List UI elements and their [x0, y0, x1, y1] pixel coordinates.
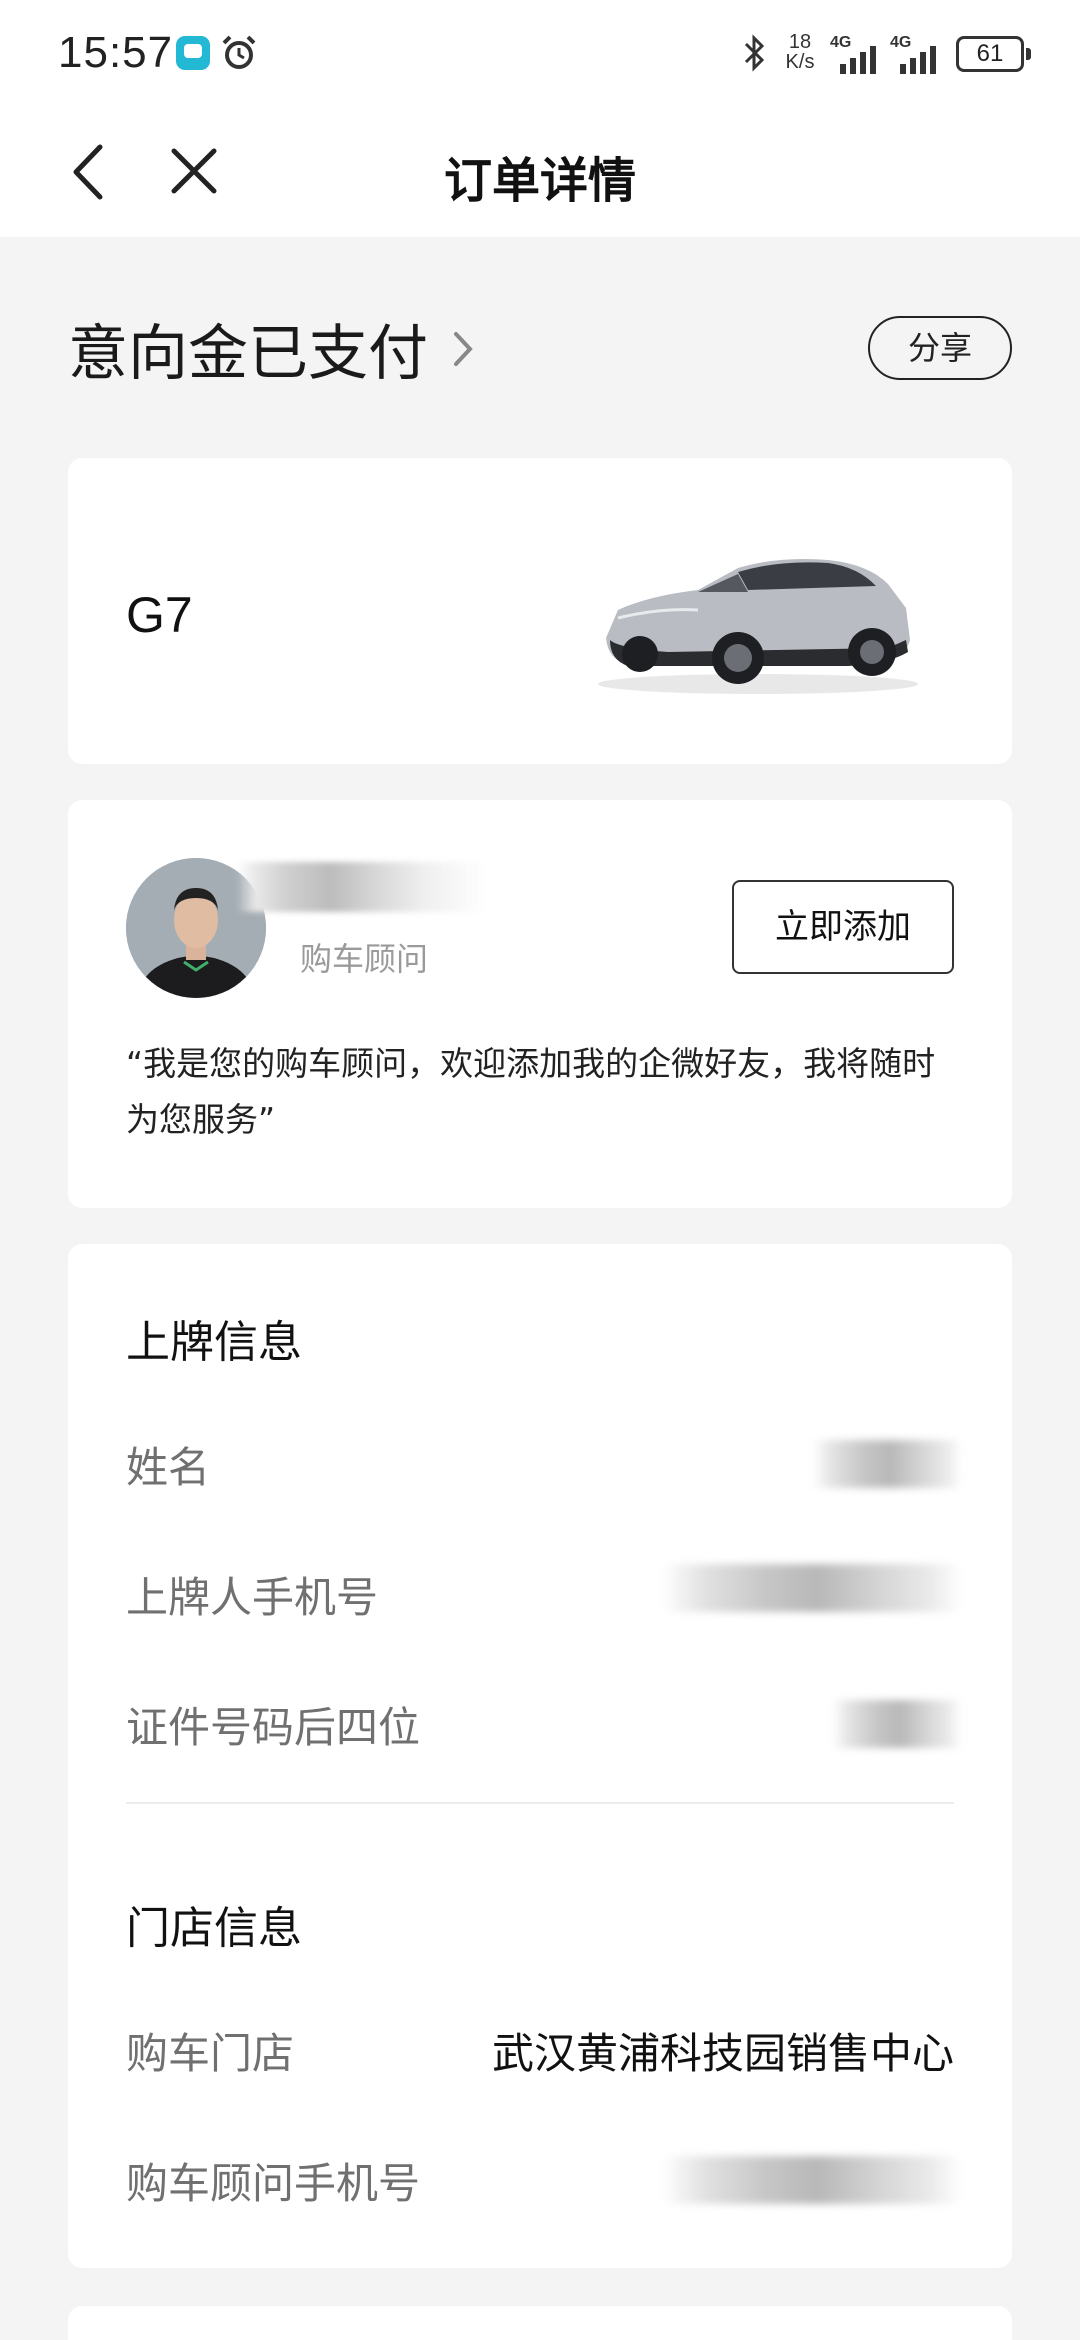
id-last4-value-redacted [832, 1700, 962, 1748]
battery-icon: 61 [956, 36, 1031, 72]
store-section-title: 门店信息 [126, 1903, 302, 1954]
car-image [598, 559, 918, 694]
network-speed-value: 18 [788, 31, 812, 53]
network-speed: 18 K/s [778, 32, 822, 72]
page-title: 订单详情 [443, 153, 636, 209]
car-card[interactable]: G7 [68, 458, 1012, 764]
signal-icon: 4G [890, 34, 944, 74]
add-advisor-button[interactable]: 立即添加 [732, 880, 954, 974]
advisor-role: 购车顾问 [300, 940, 429, 978]
info-card: 上牌信息 姓名 上牌人手机号 证件号码后四位 门店信息 购车门店 武汉黄浦科技园… [68, 1244, 1012, 2268]
owner-phone-label: 上牌人手机号 [126, 1573, 379, 1622]
nav-bar: 订单详情 [0, 105, 1080, 237]
status-bar: 15:57 18 K/s 4G 4G 61 [0, 0, 1080, 105]
advisor-phone-label: 购车顾问手机号 [126, 2159, 421, 2208]
id-last4-label: 证件号码后四位 [126, 1703, 421, 1752]
advisor-card: 购车顾问 立即添加 “我是您的购车顾问，欢迎添加我的企微好友，我将随时为您服务” [68, 800, 1012, 1208]
car-model: G7 [126, 587, 193, 643]
name-label: 姓名 [126, 1443, 211, 1492]
order-status-link[interactable]: 意向金已支付 [68, 305, 478, 392]
signal-icon: 4G [830, 34, 884, 74]
owner-phone-value-redacted [662, 1564, 962, 1612]
registration-section-title: 上牌信息 [126, 1317, 302, 1368]
store-label: 购车门店 [126, 2029, 295, 2078]
next-card-partial [68, 2306, 1012, 2340]
advisor-name-redacted [236, 862, 486, 912]
chevron-right-icon [454, 331, 473, 366]
store-value: 武汉黄浦科技园销售中心 [491, 2029, 954, 2078]
order-status-text: 意向金已支付 [68, 319, 428, 389]
name-value-redacted [812, 1440, 962, 1488]
bluetooth-icon [744, 34, 765, 72]
divider [126, 1802, 954, 1804]
status-time: 15:57 [58, 28, 174, 77]
advisor-quote: “我是您的购车顾问，欢迎添加我的企微好友，我将随时为您服务” [126, 1044, 936, 1139]
share-button[interactable]: 分享 [868, 316, 1012, 380]
message-app-icon [176, 36, 210, 70]
advisor-phone-value-redacted [662, 2156, 962, 2204]
alarm-icon [222, 35, 256, 69]
network-speed-unit: K/s [785, 51, 815, 73]
